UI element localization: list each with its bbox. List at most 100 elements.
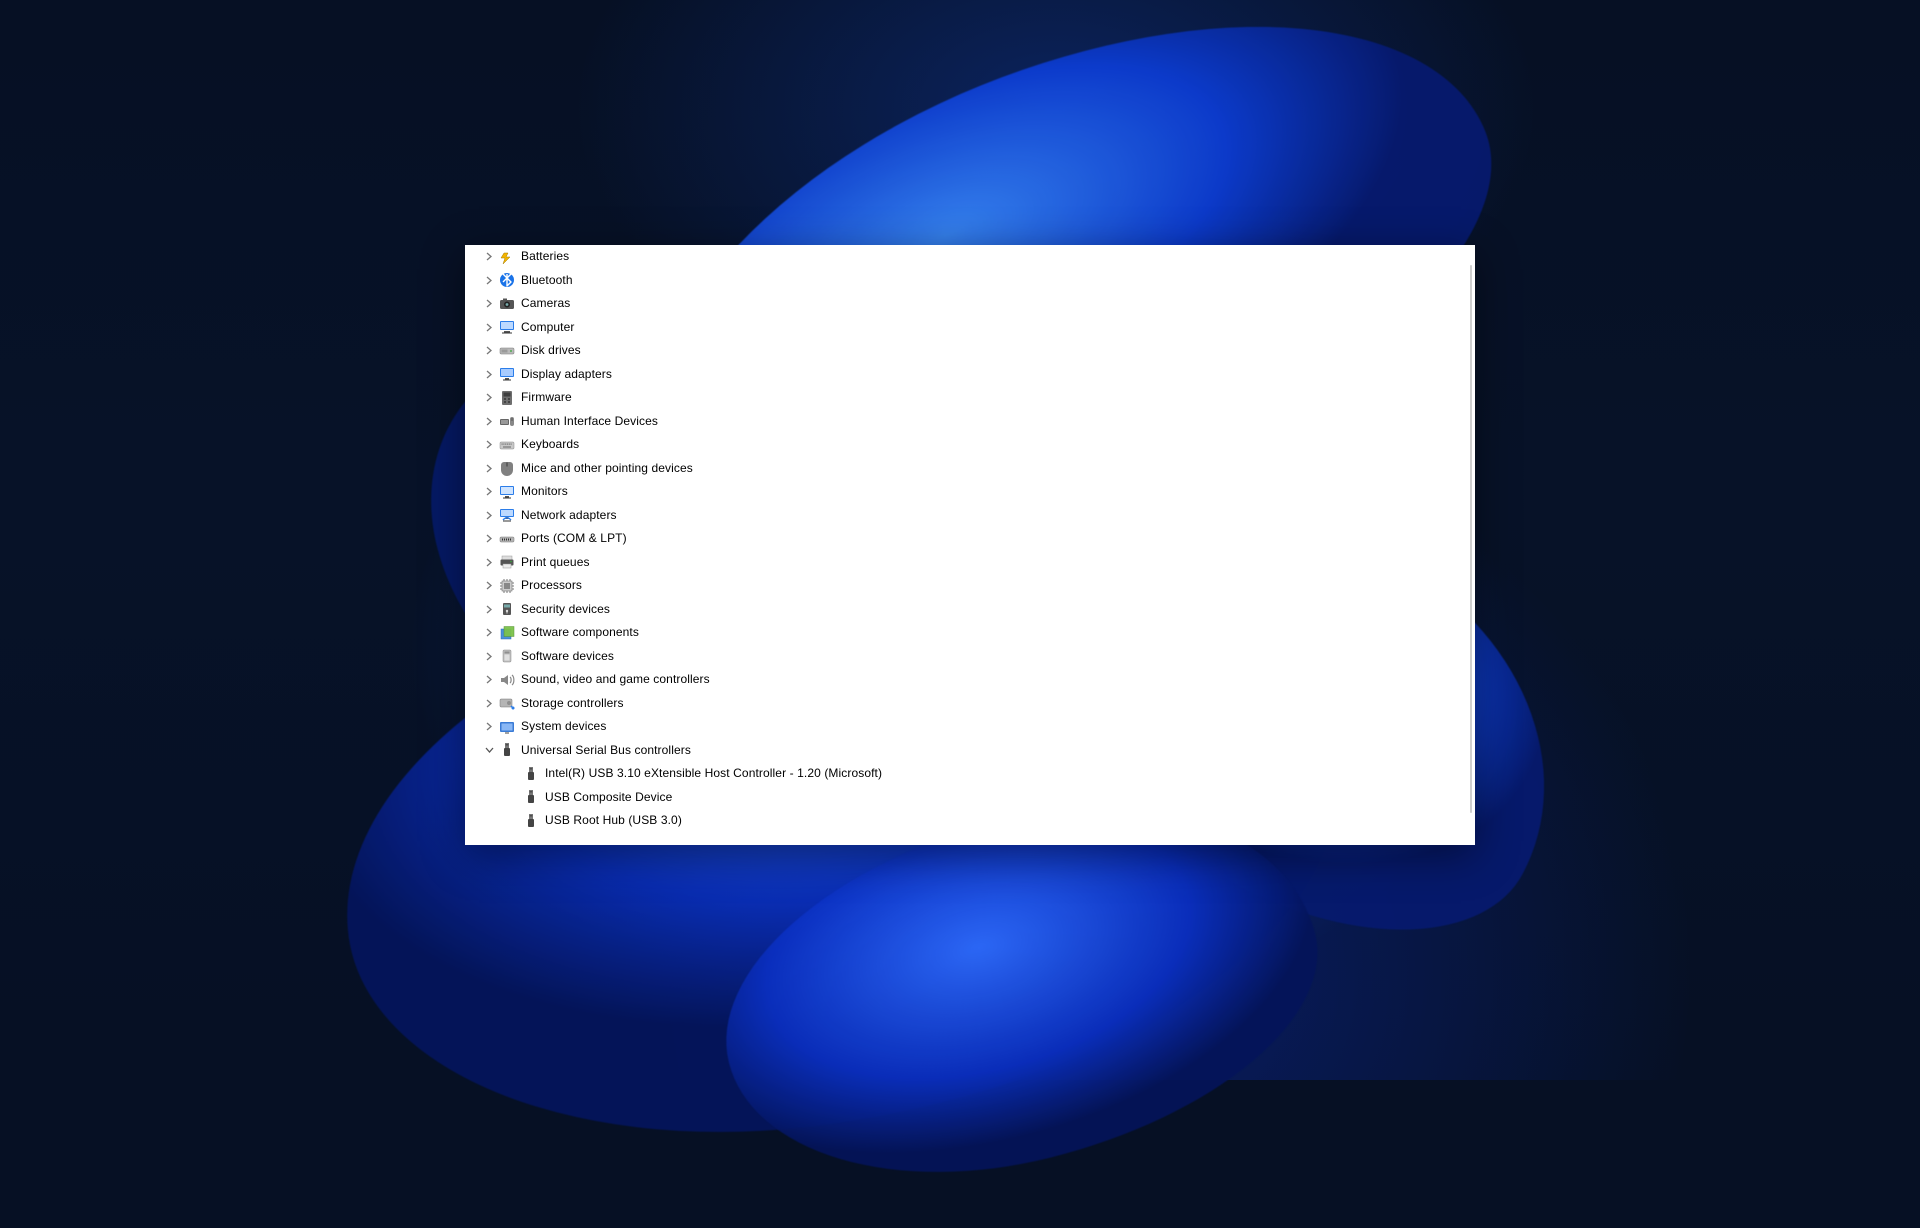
tree-item-label: Computer — [521, 316, 575, 340]
tree-item[interactable]: Human Interface Devices — [483, 410, 1467, 434]
chevron-right-icon[interactable] — [483, 556, 495, 568]
tree-item-label: Batteries — [521, 245, 569, 269]
chevron-down-icon[interactable] — [483, 744, 495, 756]
tree-item[interactable]: Storage controllers — [483, 692, 1467, 716]
chevron-right-icon[interactable] — [483, 580, 495, 592]
tree-item-label: USB Root Hub (USB 3.0) — [545, 809, 682, 833]
chevron-right-icon[interactable] — [483, 251, 495, 263]
system-icon — [499, 719, 515, 735]
chevron-right-icon[interactable] — [483, 721, 495, 733]
tree-item-label: Security devices — [521, 598, 610, 622]
tree-item-label: Print queues — [521, 551, 590, 575]
monitor-icon — [499, 484, 515, 500]
tree-item-label: System devices — [521, 715, 606, 739]
tree-item[interactable]: Keyboards — [483, 433, 1467, 457]
chevron-right-icon[interactable] — [483, 439, 495, 451]
tree-item[interactable]: Print queues — [483, 551, 1467, 575]
usb-plug-icon — [523, 789, 539, 805]
tree-item[interactable]: Software devices — [483, 645, 1467, 669]
usb-plug-icon — [523, 766, 539, 782]
tree-item-label: Network adapters — [521, 504, 617, 528]
tree-item[interactable]: Cameras — [483, 292, 1467, 316]
software-device-icon — [499, 648, 515, 664]
tree-item-label: Ports (COM & LPT) — [521, 527, 627, 551]
hid-icon — [499, 413, 515, 429]
camera-icon — [499, 296, 515, 312]
tree-item-label: Sound, video and game controllers — [521, 668, 710, 692]
keyboard-icon — [499, 437, 515, 453]
chevron-right-icon[interactable] — [483, 392, 495, 404]
chevron-right-icon[interactable] — [483, 415, 495, 427]
battery-icon — [499, 249, 515, 265]
tree-item-label: Intel(R) USB 3.10 eXtensible Host Contro… — [545, 762, 882, 786]
tree-item[interactable]: Display adapters — [483, 363, 1467, 387]
usb-plug-icon — [523, 813, 539, 829]
tree-item[interactable]: USB Root Hub (USB 3.0) — [507, 809, 1467, 833]
disk-icon — [499, 343, 515, 359]
chevron-right-icon[interactable] — [483, 368, 495, 380]
chevron-right-icon[interactable] — [483, 697, 495, 709]
device-tree[interactable]: BatteriesBluetoothCamerasComputerDisk dr… — [465, 245, 1475, 841]
tree-item-label: USB Composite Device — [545, 786, 672, 810]
chevron-right-icon[interactable] — [483, 298, 495, 310]
tree-item-label: Display adapters — [521, 363, 612, 387]
tree-item-label: Disk drives — [521, 339, 581, 363]
bluetooth-icon — [499, 272, 515, 288]
vertical-scrollbar[interactable] — [1470, 265, 1472, 813]
chevron-right-icon[interactable] — [483, 509, 495, 521]
chevron-right-icon[interactable] — [483, 627, 495, 639]
tree-item-label: Processors — [521, 574, 582, 598]
port-icon — [499, 531, 515, 547]
chevron-right-icon[interactable] — [483, 486, 495, 498]
tree-item[interactable]: Computer — [483, 316, 1467, 340]
mouse-icon — [499, 460, 515, 476]
tree-item-label: Keyboards — [521, 433, 579, 457]
chevron-right-icon[interactable] — [483, 345, 495, 357]
usb-icon — [499, 742, 515, 758]
tree-item[interactable]: Processors — [483, 574, 1467, 598]
tree-item[interactable]: USB Composite Device — [507, 786, 1467, 810]
tree-item-label: Monitors — [521, 480, 568, 504]
tree-children: Intel(R) USB 3.10 eXtensible Host Contro… — [483, 762, 1467, 833]
chevron-right-icon[interactable] — [483, 674, 495, 686]
cpu-icon — [499, 578, 515, 594]
security-icon — [499, 601, 515, 617]
computer-icon — [499, 319, 515, 335]
tree-item-label: Firmware — [521, 386, 572, 410]
network-icon — [499, 507, 515, 523]
tree-item-label: Software components — [521, 621, 639, 645]
display-icon — [499, 366, 515, 382]
storage-icon — [499, 695, 515, 711]
chevron-right-icon[interactable] — [483, 533, 495, 545]
chevron-right-icon[interactable] — [483, 650, 495, 662]
tree-item[interactable]: Mice and other pointing devices — [483, 457, 1467, 481]
chevron-right-icon[interactable] — [483, 321, 495, 333]
tree-item[interactable]: Intel(R) USB 3.10 eXtensible Host Contro… — [507, 762, 1467, 786]
tree-item[interactable]: Network adapters — [483, 504, 1467, 528]
tree-item-label: Universal Serial Bus controllers — [521, 739, 691, 763]
tree-item[interactable]: Universal Serial Bus controllers — [483, 739, 1467, 763]
tree-item[interactable]: Disk drives — [483, 339, 1467, 363]
tree-item[interactable]: System devices — [483, 715, 1467, 739]
tree-item-label: Cameras — [521, 292, 570, 316]
tree-item[interactable]: Ports (COM & LPT) — [483, 527, 1467, 551]
tree-item[interactable]: Batteries — [483, 245, 1467, 269]
tree-item[interactable]: Firmware — [483, 386, 1467, 410]
firmware-icon — [499, 390, 515, 406]
tree-item[interactable]: Security devices — [483, 598, 1467, 622]
printer-icon — [499, 554, 515, 570]
chevron-right-icon[interactable] — [483, 462, 495, 474]
sound-icon — [499, 672, 515, 688]
tree-item[interactable]: Software components — [483, 621, 1467, 645]
tree-item[interactable]: Monitors — [483, 480, 1467, 504]
chevron-right-icon[interactable] — [483, 274, 495, 286]
tree-item[interactable]: Sound, video and game controllers — [483, 668, 1467, 692]
tree-item-label: Mice and other pointing devices — [521, 457, 693, 481]
chevron-right-icon[interactable] — [483, 603, 495, 615]
tree-item[interactable]: Bluetooth — [483, 269, 1467, 293]
software-component-icon — [499, 625, 515, 641]
tree-item-label: Software devices — [521, 645, 614, 669]
tree-item-label: Bluetooth — [521, 269, 573, 293]
tree-item-label: Storage controllers — [521, 692, 624, 716]
device-manager-window: BatteriesBluetoothCamerasComputerDisk dr… — [465, 245, 1475, 845]
